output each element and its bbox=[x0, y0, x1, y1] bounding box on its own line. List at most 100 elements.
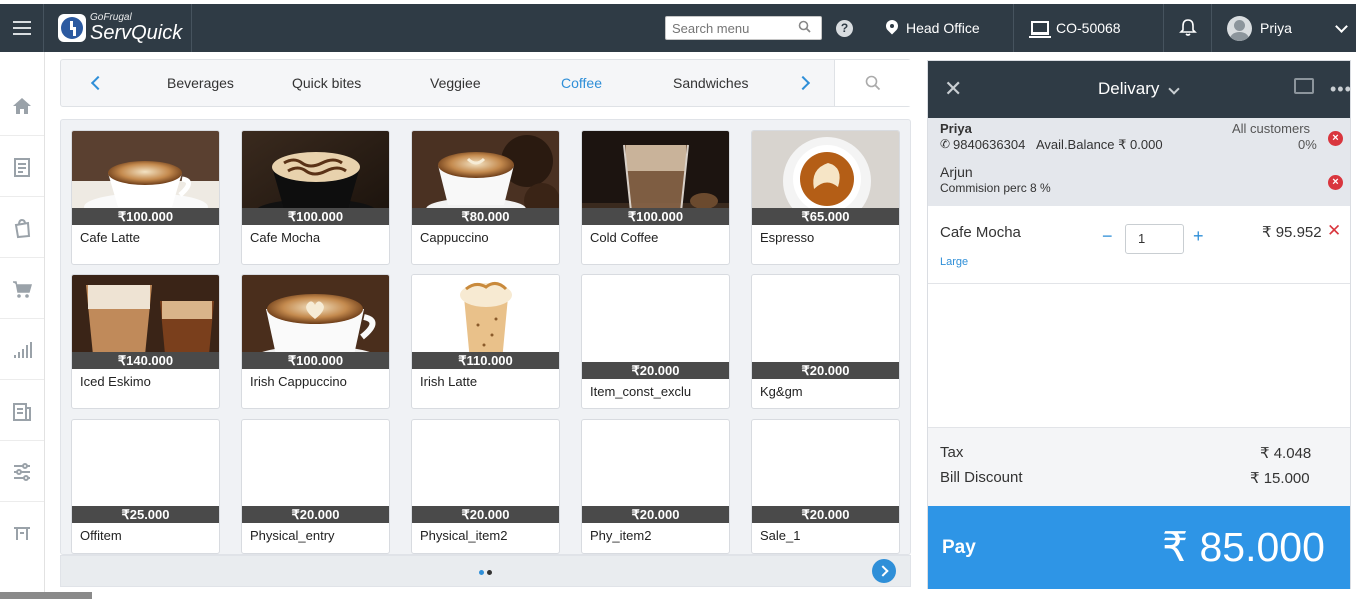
product-price: ₹25.000 bbox=[72, 506, 219, 523]
product-card[interactable]: ₹80.000 Cappuccino bbox=[411, 130, 560, 265]
search-menu-box[interactable] bbox=[665, 16, 822, 40]
product-price: ₹20.000 bbox=[582, 362, 729, 379]
product-price: ₹100.000 bbox=[72, 208, 219, 225]
chevron-left-icon[interactable] bbox=[90, 75, 106, 91]
order-type-dropdown[interactable]: Delivary bbox=[1098, 79, 1159, 99]
product-grid: ₹100.000 Cafe Latte ₹100.000 Cafe Mocha … bbox=[60, 119, 911, 555]
keyboard-icon[interactable] bbox=[1294, 78, 1314, 94]
help-icon[interactable]: ? bbox=[836, 20, 853, 37]
bag-icon[interactable] bbox=[0, 198, 44, 258]
remove-line-icon[interactable]: ✕ bbox=[1327, 221, 1341, 241]
location-selector[interactable]: Head Office bbox=[871, 4, 1014, 52]
hamburger-menu-icon[interactable] bbox=[0, 4, 44, 52]
product-card[interactable]: ₹25.000 Offitem bbox=[71, 419, 220, 554]
category-search-button[interactable] bbox=[834, 60, 911, 106]
avatar bbox=[1227, 15, 1252, 41]
product-price: ₹20.000 bbox=[242, 506, 389, 523]
remove-customer-icon[interactable]: × bbox=[1328, 131, 1343, 146]
clock-logo-icon bbox=[58, 14, 86, 42]
product-card[interactable]: ₹20.000 Sale_1 bbox=[751, 419, 900, 554]
close-icon[interactable]: ✕ bbox=[944, 76, 962, 102]
chevron-down-icon[interactable] bbox=[1335, 20, 1348, 33]
order-line-item[interactable]: Cafe Mocha Large − 1 + ₹ 95.952 ✕ bbox=[928, 206, 1350, 284]
notifications-bell-icon[interactable] bbox=[1164, 4, 1212, 52]
product-card[interactable]: ₹100.000 Cafe Mocha bbox=[241, 130, 390, 265]
product-price: ₹110.000 bbox=[412, 352, 559, 369]
product-name: Cold Coffee bbox=[590, 230, 659, 245]
product-price: ₹100.000 bbox=[582, 208, 729, 225]
pay-amount: ₹ 85.000 bbox=[1162, 524, 1325, 570]
discount-value: ₹ 15.000 bbox=[1250, 470, 1310, 487]
pay-button[interactable]: Pay ₹ 85.000 bbox=[928, 506, 1350, 589]
product-price: ₹20.000 bbox=[412, 506, 559, 523]
product-card[interactable]: ₹20.000 Item_const_exclu bbox=[581, 274, 730, 409]
orders-icon[interactable] bbox=[0, 137, 44, 197]
decrease-qty-button[interactable]: − bbox=[1102, 226, 1113, 247]
brand-logo: GoFrugal ServQuick bbox=[44, 4, 192, 52]
product-card[interactable]: ₹20.000 Kg&gm bbox=[751, 274, 900, 409]
product-card[interactable]: ₹100.000 Cafe Latte bbox=[71, 130, 220, 265]
product-price: ₹20.000 bbox=[582, 506, 729, 523]
settings-icon[interactable] bbox=[0, 442, 44, 502]
page-dot[interactable] bbox=[487, 570, 492, 575]
category-coffee[interactable]: Coffee bbox=[561, 75, 602, 91]
top-bar: GoFrugal ServQuick ? Head Office CO-5006… bbox=[0, 4, 1356, 52]
tax-value: ₹ 4.048 bbox=[1260, 445, 1312, 462]
search-menu-input[interactable] bbox=[666, 20, 794, 36]
user-menu[interactable]: Priya bbox=[1212, 4, 1356, 52]
order-panel: ✕ Delivary ••• Priya ✆ 9840636304 Avail.… bbox=[927, 60, 1351, 589]
product-card[interactable]: ₹100.000 Cold Coffee bbox=[581, 130, 730, 265]
product-card[interactable]: ₹140.000 Iced Eskimo bbox=[71, 274, 220, 409]
category-sandwiches[interactable]: Sandwiches bbox=[673, 75, 749, 91]
next-page-button[interactable] bbox=[872, 559, 896, 583]
more-options-icon[interactable]: ••• bbox=[1330, 79, 1352, 100]
location-pin-icon bbox=[886, 20, 898, 36]
discount-label[interactable]: Bill Discount bbox=[940, 469, 1023, 486]
product-card[interactable]: ₹65.000 Espresso bbox=[751, 130, 900, 265]
increase-qty-button[interactable]: + bbox=[1193, 226, 1204, 247]
side-nav bbox=[0, 52, 45, 599]
tax-label: Tax bbox=[940, 444, 964, 461]
cart-icon[interactable] bbox=[0, 259, 44, 319]
product-price: ₹100.000 bbox=[242, 352, 389, 369]
terminal-selector[interactable]: CO-50068 bbox=[1014, 4, 1164, 52]
product-card[interactable]: ₹20.000 Physical_entry bbox=[241, 419, 390, 554]
product-card[interactable]: ₹100.000 Irish Cappuccino bbox=[241, 274, 390, 409]
product-name: Iced Eskimo bbox=[80, 374, 151, 389]
product-card[interactable]: ₹20.000 Physical_item2 bbox=[411, 419, 560, 554]
reports-icon[interactable] bbox=[0, 320, 44, 380]
home-icon[interactable] bbox=[0, 76, 44, 136]
product-price: ₹80.000 bbox=[412, 208, 559, 225]
category-beverages[interactable]: Beverages bbox=[167, 75, 234, 91]
brand-small: GoFrugal bbox=[90, 12, 132, 23]
product-card[interactable]: ₹20.000 Phy_item2 bbox=[581, 419, 730, 554]
search-icon bbox=[865, 75, 881, 91]
location-label: Head Office bbox=[906, 20, 980, 36]
product-name: Cafe Latte bbox=[80, 230, 140, 245]
category-bar: Beverages Quick bites Veggiee Coffee San… bbox=[60, 59, 911, 107]
product-name: Irish Cappuccino bbox=[250, 374, 347, 389]
terminal-label: CO-50068 bbox=[1056, 20, 1121, 36]
chevron-down-icon[interactable] bbox=[1168, 83, 1180, 95]
customer-phone: 9840636304 bbox=[953, 137, 1026, 152]
chevron-right-icon[interactable] bbox=[795, 75, 811, 91]
line-item-variant[interactable]: Large bbox=[940, 256, 968, 268]
search-icon[interactable] bbox=[794, 20, 814, 36]
product-name: Irish Latte bbox=[420, 374, 478, 389]
category-veggiee[interactable]: Veggiee bbox=[430, 75, 481, 91]
table-icon[interactable] bbox=[0, 503, 44, 563]
product-card[interactable]: ₹110.000 Irish Latte bbox=[411, 274, 560, 409]
register-icon[interactable] bbox=[0, 381, 44, 441]
product-price: ₹140.000 bbox=[72, 352, 219, 369]
quantity-input[interactable]: 1 bbox=[1125, 224, 1184, 254]
category-quick-bites[interactable]: Quick bites bbox=[292, 75, 361, 91]
product-name: Physical_entry bbox=[250, 528, 335, 543]
computer-icon bbox=[1029, 21, 1051, 38]
remove-agent-icon[interactable]: × bbox=[1328, 175, 1343, 190]
product-name: Offitem bbox=[80, 528, 122, 543]
line-item-name: Cafe Mocha bbox=[940, 224, 1021, 241]
product-name: Item_const_exclu bbox=[590, 384, 692, 399]
product-name: Cappuccino bbox=[420, 230, 489, 245]
horizontal-scrollbar[interactable] bbox=[0, 592, 92, 599]
page-dot-active[interactable] bbox=[479, 570, 484, 575]
